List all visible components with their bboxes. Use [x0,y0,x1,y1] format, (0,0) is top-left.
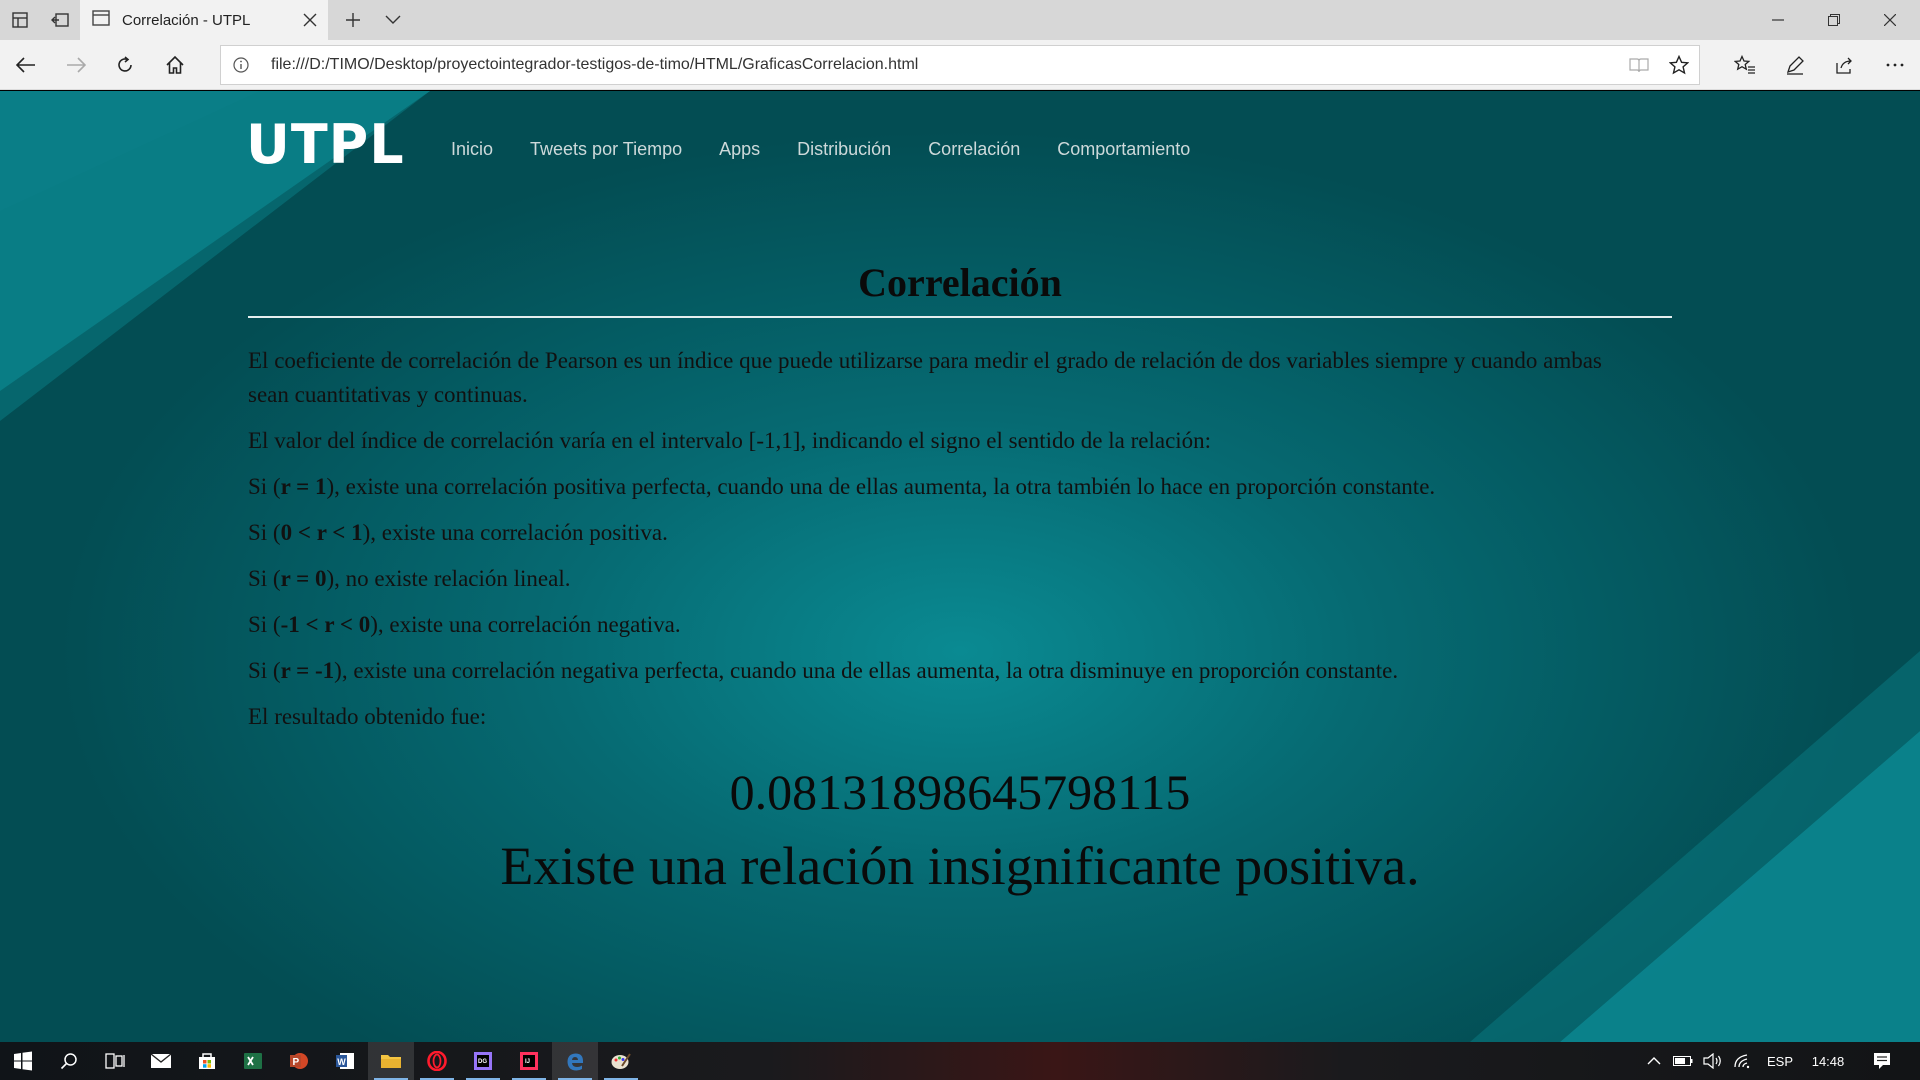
powerpoint-icon[interactable]: P [276,1042,322,1080]
datagrip-icon[interactable]: DG [460,1042,506,1080]
battery-icon[interactable] [1668,1042,1698,1080]
reading-view-icon[interactable] [1619,46,1659,84]
svg-text:DG: DG [478,1059,487,1065]
paint-icon[interactable] [598,1042,644,1080]
action-center-icon[interactable] [1862,1042,1902,1080]
file-explorer-icon[interactable] [368,1042,414,1080]
svg-text:P: P [293,1057,300,1068]
minimize-icon[interactable] [1750,0,1806,40]
interval-paragraph: El valor del índice de correlación varía… [248,428,1212,453]
nav-link-correlacion[interactable]: Correlación [928,139,1020,160]
correlation-verdict: Existe una relación insignificante posit… [500,836,1420,896]
close-window-icon[interactable] [1862,0,1918,40]
svg-text:IJ: IJ [525,1059,530,1065]
language-indicator[interactable]: ESP [1760,1042,1800,1080]
new-tab-icon[interactable] [335,2,371,38]
task-view-icon[interactable] [92,1042,138,1080]
nav-link-tweets-por-tiempo[interactable]: Tweets por Tiempo [530,139,682,160]
page-icon [92,9,110,31]
correlation-value: 0.08131898645798115 [729,764,1191,820]
rule-item: Si (-1 < r < 0), existe una correlación … [248,612,681,637]
start-icon[interactable] [0,1042,46,1080]
favorite-star-icon[interactable] [1659,46,1699,84]
home-icon[interactable] [155,46,195,84]
browser-tab[interactable]: Correlación - UTPL [80,0,328,40]
windows-taskbar: P W DG IJ ESP 14:48 [0,1042,1920,1080]
set-aside-tabs-icon[interactable] [42,2,78,38]
address-bar[interactable]: file:///D:/TIMO/Desktop/proyectointegrad… [220,45,1700,85]
mail-icon[interactable] [138,1042,184,1080]
forward-icon[interactable] [56,46,96,84]
word-icon[interactable]: W [322,1042,368,1080]
share-icon[interactable] [1825,46,1865,84]
web-note-icon[interactable] [1775,46,1815,84]
rule-item: Si (r = 0), no existe relación lineal. [248,566,571,591]
page-title: Correlación [858,260,1062,305]
close-tab-icon[interactable] [292,0,328,40]
nav-link-inicio[interactable]: Inicio [451,139,493,160]
opera-icon[interactable] [414,1042,460,1080]
favorites-hub-icon[interactable] [1725,46,1765,84]
site-logo[interactable]: UTPL [246,113,405,176]
nav-link-comportamiento[interactable]: Comportamiento [1057,139,1190,160]
back-icon[interactable] [6,46,46,84]
web-page: UTPL Inicio Tweets por Tiempo Apps Distr… [0,91,1920,1042]
more-options-icon[interactable] [1875,46,1915,84]
svg-text:W: W [337,1057,346,1067]
store-icon[interactable] [184,1042,230,1080]
tab-title: Correlación - UTPL [122,11,251,29]
info-icon[interactable] [221,46,261,84]
show-hidden-icons-chevron-icon[interactable] [1640,1042,1668,1080]
title-divider [248,316,1672,318]
result-label: El resultado obtenido fue: [248,704,487,729]
rule-item: Si (r = 1), existe una correlación posit… [248,474,1436,499]
wifi-icon[interactable] [1728,1042,1758,1080]
explanation-text: El coeficiente de correlación de Pearson… [248,344,1648,746]
nav-link-apps[interactable]: Apps [719,139,760,160]
tab-preview-chevron-icon[interactable] [375,2,411,38]
volume-icon[interactable] [1698,1042,1728,1080]
browser-tab-bar: Correlación - UTPL [0,0,1920,40]
restore-icon[interactable] [1806,0,1862,40]
nav-link-distribucion[interactable]: Distribución [797,139,891,160]
browser-nav-bar: file:///D:/TIMO/Desktop/proyectointegrad… [0,40,1920,90]
intellij-icon[interactable]: IJ [506,1042,552,1080]
refresh-icon[interactable] [105,46,145,84]
tab-actions-icon[interactable] [2,2,38,38]
url-text[interactable]: file:///D:/TIMO/Desktop/proyectointegrad… [271,56,1619,74]
edge-icon[interactable] [552,1042,598,1080]
intro-paragraph: El coeficiente de correlación de Pearson… [248,348,1602,407]
rule-item: Si (0 < r < 1), existe una correlación p… [248,520,668,545]
clock[interactable]: 14:48 [1804,1042,1852,1080]
excel-icon[interactable] [230,1042,276,1080]
search-icon[interactable] [46,1042,92,1080]
site-nav: Inicio Tweets por Tiempo Apps Distribuci… [451,139,1227,160]
rule-item: Si (r = -1), existe una correlación nega… [248,658,1399,683]
